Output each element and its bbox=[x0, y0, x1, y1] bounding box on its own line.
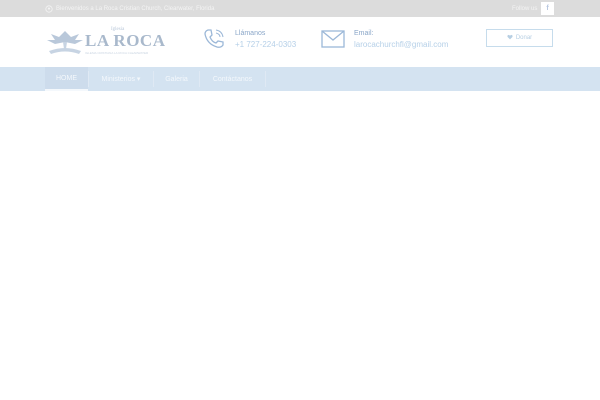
envelope-icon bbox=[321, 30, 345, 48]
location-pin-icon bbox=[45, 0, 53, 18]
email-contact: Email: larocachurchfl@gmail.com bbox=[321, 27, 471, 57]
main-nav: HOME Ministerios ▾ Galeria Contáctanos bbox=[0, 67, 600, 91]
page-content bbox=[0, 91, 600, 400]
nav-galeria[interactable]: Galeria bbox=[154, 67, 199, 91]
phone-contact: Llámanos +1 727-224-0303 bbox=[202, 27, 312, 57]
follow-us-label: Follow us bbox=[512, 5, 538, 12]
site-logo[interactable]: Iglesia LA ROCA IGLESIA CRISTIANA LA ROC… bbox=[45, 27, 165, 59]
facebook-icon[interactable]: f bbox=[541, 2, 554, 15]
nav-contactanos[interactable]: Contáctanos bbox=[200, 67, 265, 91]
address-text: Bienvenidos a La Roca Cristian Church, C… bbox=[56, 5, 215, 12]
phone-icon bbox=[204, 29, 224, 48]
dove-icon bbox=[47, 31, 83, 54]
logo-name: LA ROCA bbox=[85, 31, 166, 50]
nav-ministerios[interactable]: Ministerios ▾ bbox=[89, 67, 153, 91]
donate-label: Donar bbox=[515, 35, 533, 41]
nav-home[interactable]: HOME bbox=[45, 67, 88, 91]
phone-label: Llámanos bbox=[235, 30, 266, 37]
heart-icon bbox=[507, 34, 513, 42]
email-label: Email: bbox=[354, 30, 374, 37]
facebook-glyph: f bbox=[546, 5, 549, 12]
address-line: Bienvenidos a La Roca Cristian Church, C… bbox=[45, 0, 214, 17]
phone-value[interactable]: +1 727-224-0303 bbox=[235, 40, 296, 49]
email-value[interactable]: larocachurchfl@gmail.com bbox=[354, 40, 448, 49]
nav-divider bbox=[265, 71, 266, 87]
header: Iglesia LA ROCA IGLESIA CRISTIANA LA ROC… bbox=[0, 17, 600, 67]
top-bar: Bienvenidos a La Roca Cristian Church, C… bbox=[0, 0, 600, 17]
donate-button[interactable]: Donar bbox=[486, 29, 553, 47]
logo-tagline: IGLESIA CRISTIANA LA ROCA CLEARWATER bbox=[85, 51, 149, 55]
